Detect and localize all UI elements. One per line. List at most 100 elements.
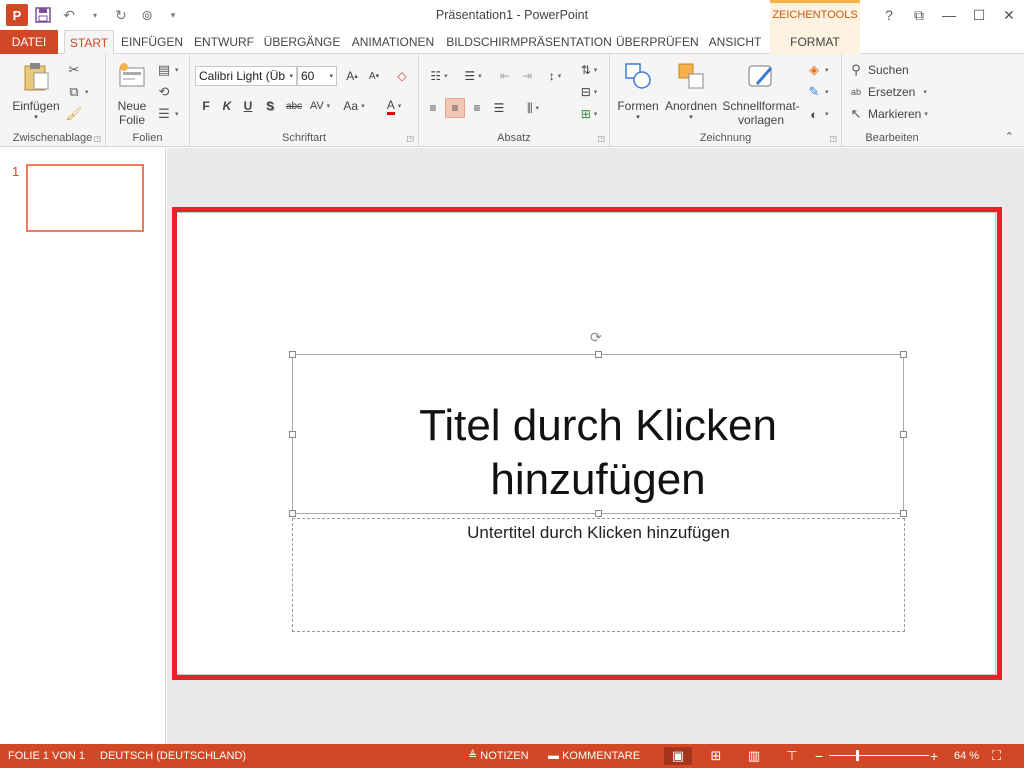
zoom-out-icon[interactable]: −	[815, 744, 823, 768]
fit-slide-icon[interactable]: ⛶	[992, 744, 1001, 768]
strikethrough-button[interactable]: abc	[282, 96, 306, 116]
section-button[interactable]: ☰ ▾	[156, 104, 178, 124]
shapes-button[interactable]: Formen ▾	[616, 60, 660, 121]
normal-view-icon[interactable]: ▣	[664, 747, 692, 765]
layout-button[interactable]: ▤ ▾	[156, 60, 179, 80]
slideshow-icon[interactable]: ⊤	[778, 747, 806, 765]
group-zwischenablage: Einfügen ▾ ✂ ⧉ ▾ 🖌 Zwischenablage ◳	[0, 54, 106, 147]
text-direction-button[interactable]: ⇅ ▾	[575, 60, 603, 80]
slide-sorter-icon[interactable]: ⊞	[702, 747, 730, 765]
window-title: Präsentation1 - PowerPoint	[435, 8, 589, 22]
align-right-icon[interactable]: ≡	[467, 98, 487, 118]
font-color-button[interactable]: A ▾	[380, 96, 408, 116]
font-size-dropdown-icon: ▾	[329, 73, 333, 80]
powerpoint-window: P ↶ ▾ ↻ ⊚ ▾ Präsentation1 - PowerPoint Z…	[0, 0, 1024, 768]
underline-button[interactable]: U	[238, 96, 258, 116]
zoom-slider[interactable]	[829, 755, 929, 756]
notes-button[interactable]: ≜ NOTIZEN	[468, 744, 529, 768]
arrange-button[interactable]: Anordnen ▾	[662, 60, 720, 121]
smartart-button[interactable]: ⊞ ▾	[575, 104, 603, 124]
language-indicator[interactable]: DEUTSCH (DEUTSCHLAND)	[100, 744, 246, 768]
find-label: Suchen	[868, 63, 909, 77]
slide-thumbnail[interactable]	[26, 164, 144, 232]
shapes-icon	[625, 63, 651, 89]
minimize-icon[interactable]: —	[934, 0, 964, 30]
cut-button[interactable]: ✂	[66, 60, 82, 80]
group-schriftart: Calibri Light (Üb ▾ 60 ▾ A ▴ A ▾ ◇ F K U S a…	[190, 54, 419, 147]
increase-indent-icon[interactable]: ⇥	[517, 66, 537, 86]
zoom-in-icon[interactable]: +	[930, 744, 938, 768]
justify-icon[interactable]: ☰	[489, 98, 509, 118]
reading-view-icon[interactable]: ▥	[740, 747, 768, 765]
change-case-label: Aa	[343, 99, 359, 113]
copy-button[interactable]: ⧉ ▾	[66, 82, 88, 102]
tab-datei[interactable]: DATEI	[0, 30, 58, 54]
select-button[interactable]: ↖ Markieren ▾	[848, 104, 928, 124]
numbering-button[interactable]: ☰ ▾	[459, 66, 487, 86]
tab-format[interactable]: FORMAT	[770, 30, 860, 54]
tab-bildschirmpraesentation[interactable]: BILDSCHIRMPRÄSENTATION	[446, 30, 612, 54]
paste-button[interactable]: Einfügen ▾	[8, 60, 64, 121]
drawing-launcher-icon[interactable]: ◳	[829, 134, 837, 143]
quick-styles-label-2: vorlagen	[737, 113, 785, 127]
tab-start[interactable]: START	[64, 30, 114, 55]
zoom-level[interactable]: 64 %	[954, 744, 979, 768]
shape-fill-button[interactable]: ◈ ▾	[806, 60, 829, 80]
tab-ansicht[interactable]: ANSICHT	[703, 30, 767, 54]
tab-ueberpruefen[interactable]: ÜBERPRÜFEN	[616, 30, 699, 54]
close-icon[interactable]: ✕	[994, 0, 1024, 30]
comments-button[interactable]: ▬ KOMMENTARE	[548, 744, 640, 768]
line-spacing-button[interactable]: ↕ ▾	[541, 66, 569, 86]
copy-icon: ⧉	[69, 84, 79, 99]
zoom-slider-thumb[interactable]	[856, 750, 859, 761]
shape-effects-icon: ◐	[810, 106, 818, 122]
font-launcher-icon[interactable]: ◳	[406, 134, 414, 143]
replace-dropdown-icon: ▾	[923, 89, 927, 96]
shrink-font-icon[interactable]: A ▾	[364, 66, 384, 86]
maximize-icon[interactable]: ☐	[964, 0, 994, 30]
quick-styles-button[interactable]: Schnellformat- vorlagen	[720, 60, 802, 127]
group-absatz: ☷ ▾ ☰ ▾ ⇤ ⇥ ↕ ▾ ⇅ ▾ ⊟ ▾ ⊞ ▾ ≡ ≡ ≡ ☰ ⫼ ▾ Absatz …	[419, 54, 610, 147]
shape-effects-button[interactable]: ◐ ▾	[806, 104, 828, 124]
bullets-button[interactable]: ☷ ▾	[425, 66, 453, 86]
fill-bucket-icon: ◈	[809, 62, 819, 77]
help-icon[interactable]: ?	[874, 0, 904, 30]
align-text-button[interactable]: ⊟ ▾	[575, 82, 603, 102]
align-left-icon[interactable]: ≡	[423, 98, 443, 118]
reset-slide-button[interactable]: ⟲	[156, 82, 172, 102]
clipboard-icon	[24, 63, 49, 91]
character-spacing-dropdown-icon: ▾	[326, 103, 331, 110]
align-center-icon[interactable]: ≡	[445, 98, 465, 118]
paragraph-launcher-icon[interactable]: ◳	[597, 134, 605, 143]
grow-font-icon[interactable]: A ▴	[342, 66, 362, 86]
title-bar: P ↶ ▾ ↻ ⊚ ▾ Präsentation1 - PowerPoint Z…	[0, 0, 1024, 30]
replace-button[interactable]: ab Ersetzen ▾	[848, 82, 927, 102]
character-spacing-button[interactable]: AV ▾	[307, 96, 333, 116]
ribbon-tabs: DATEI START EINFÜGEN ENTWURF ÜBERGÄNGE A…	[0, 30, 1024, 55]
bold-button[interactable]: F	[196, 96, 216, 116]
decrease-indent-icon[interactable]: ⇤	[495, 66, 515, 86]
change-case-button[interactable]: Aa ▾	[340, 96, 368, 116]
tab-animationen[interactable]: ANIMATIONEN	[346, 30, 440, 54]
columns-button[interactable]: ⫼ ▾	[519, 98, 547, 118]
font-size-combo[interactable]: 60 ▾	[297, 66, 337, 86]
tab-uebergaenge[interactable]: ÜBERGÄNGE	[262, 30, 342, 54]
shadow-button[interactable]: S	[260, 96, 280, 116]
group-label-zeichnung: Zeichnung	[699, 132, 752, 144]
select-dropdown-icon: ▾	[924, 111, 928, 118]
format-painter-button[interactable]: 🖌	[65, 104, 83, 124]
tab-einfuegen[interactable]: EINFÜGEN	[119, 30, 185, 54]
clear-formatting-icon[interactable]: ◇	[392, 66, 412, 86]
collapse-ribbon-icon[interactable]: ⌃	[1005, 130, 1014, 143]
quick-styles-icon	[748, 65, 773, 87]
shape-outline-button[interactable]: ✎ ▾	[806, 82, 829, 102]
ribbon-display-options-icon[interactable]: ⧉	[904, 0, 934, 30]
paintbrush-icon: 🖌	[65, 106, 83, 121]
text-direction-dropdown-icon: ▾	[593, 67, 598, 74]
find-button[interactable]: ⚲ Suchen	[848, 60, 909, 80]
clipboard-launcher-icon[interactable]: ◳	[93, 134, 101, 143]
new-slide-button[interactable]: Neue Folie	[112, 60, 152, 127]
tab-entwurf[interactable]: ENTWURF	[191, 30, 257, 54]
font-name-combo[interactable]: Calibri Light (Üb ▾	[195, 66, 297, 86]
italic-button[interactable]: K	[217, 96, 237, 116]
